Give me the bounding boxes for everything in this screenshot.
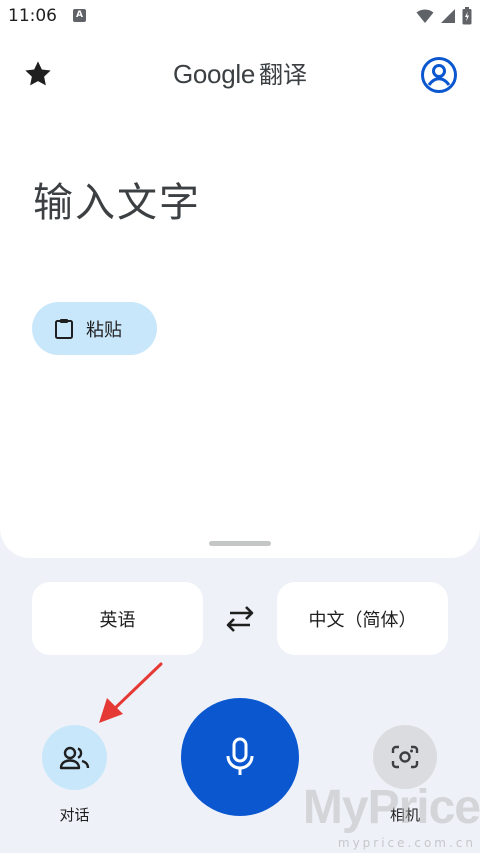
paste-button[interactable]: 粘贴	[32, 302, 157, 355]
paste-label: 粘贴	[86, 319, 122, 341]
clipboard-icon	[55, 318, 73, 339]
battery-icon	[462, 7, 472, 25]
status-notification-icon: A	[73, 9, 86, 22]
screen: Google 翻译 输入文字 粘贴 11:06 A 英语 中文（简体） 对话 相…	[0, 0, 480, 853]
cellular-signal-icon	[441, 9, 455, 23]
source-language-button[interactable]: 英语	[32, 582, 203, 655]
drag-handle[interactable]	[209, 541, 271, 546]
camera-lens-icon	[391, 745, 419, 769]
voice-input-button[interactable]	[181, 698, 299, 816]
input-card: Google 翻译 输入文字 粘贴	[0, 0, 480, 558]
conversation-label: 对话	[59, 806, 90, 824]
status-icons	[416, 7, 472, 25]
watermark: MyPrice	[302, 781, 480, 834]
account-circle-icon	[421, 57, 457, 93]
app-bar: Google 翻译	[0, 44, 480, 106]
status-bar: 11:06 A	[0, 0, 480, 34]
watermark-subtext: myprice.com.cn	[337, 836, 476, 850]
status-time: 11:06	[8, 6, 57, 26]
people-icon	[59, 746, 89, 769]
app-title-suffix: 翻译	[259, 61, 308, 89]
account-button[interactable]	[420, 56, 458, 94]
wifi-icon	[416, 9, 434, 23]
app-title: Google 翻译	[0, 58, 480, 91]
annotation-arrow-icon	[99, 662, 163, 723]
swap-languages-button[interactable]	[222, 602, 258, 636]
target-language-button[interactable]: 中文（简体）	[277, 582, 448, 655]
swap-horizontal-icon	[226, 606, 254, 632]
mic-icon	[226, 737, 254, 775]
conversation-button[interactable]	[42, 725, 107, 790]
text-input-placeholder[interactable]: 输入文字	[33, 170, 201, 228]
app-title-brand: Google	[172, 59, 256, 89]
